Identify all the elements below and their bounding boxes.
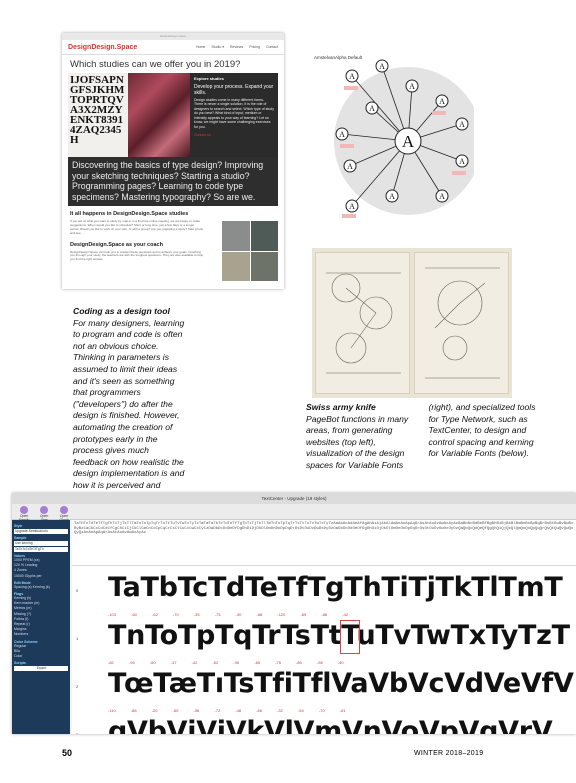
sketch-drawing [326,272,401,374]
export-button[interactable]: Export [14,666,68,672]
svg-text:A: A [389,192,395,201]
menu-item[interactable]: Reviews [230,45,243,49]
caption-title: Coding as a design tool [73,306,170,316]
window-title: TextCenter - Upgrade (18 styles) [12,493,576,504]
diagram-title: AmstelvanAlpha Default [314,55,363,60]
sidebar: Style Upgrade-Semibold.ufo Sample Use ke… [12,520,70,734]
scripts-label: Scripts [14,661,26,666]
diagram-svg: A A A A A A A A A A A A A [334,59,482,218]
contact-link[interactable]: Contact us [194,133,274,138]
issue-label: WINTER 2018–2019 [414,750,484,757]
notebook-right-page [414,252,509,394]
caption-body: PageBot functions in many areas, from ge… [306,402,536,470]
design-space-diagram: AmstelvanAlpha Default A A A A A A A A A A A A A [312,46,482,226]
svg-text:A: A [347,162,353,171]
side-text: Design studies come in many different fo… [194,97,274,129]
website-dark-block: Discovering the basics of type design? I… [68,157,278,207]
website-heading: Which studies can we offer you in 2019? [70,59,241,70]
type-specimen-image: IJOFSAPNGFSJKHMTOPRTQVA3X2MZYENKT83914ZA… [68,73,128,157]
edit-mode-radio[interactable]: Spacing (s) Kerning (k) [14,585,68,590]
style-select[interactable]: Upgrade-Semibold.ufo [14,529,68,534]
kerning-row[interactable]: 2 TœTæTıTsTfiTflVaVbVcVdVeVfV -110 -88 -20… [76,666,576,718]
website-logo: DesignDesign.Space [68,43,138,51]
menu-item[interactable]: Home [196,45,205,49]
sketch-drawing [425,267,500,379]
menu-item[interactable]: Studio ▾ [211,45,224,49]
svg-text:A: A [439,97,445,106]
browser-address-bar: designdesign.space [62,33,284,40]
open-family-button[interactable]: Open Family [16,506,32,522]
textcenter-screenshot: TextCenter - Upgrade (18 styles) Open Fa… [12,493,576,734]
selected-pair-marker [340,620,360,654]
svg-text:A: A [339,130,345,139]
svg-text:A: A [369,104,375,113]
open-size-button[interactable]: Open Size [36,506,52,522]
kerning-row[interactable]: 3gVbVjVjVkVlVmVnVoVpVqVrV [76,714,576,734]
notebook-photo [312,248,512,398]
svg-text:A: A [379,62,385,71]
website-hero: IJOFSAPNGFSJKHMTOPRTQVA3X2MZYENKT83914ZA… [68,73,278,157]
side-title: Explore studies [194,76,224,81]
svg-text:A: A [349,72,355,81]
glyph-view: TaTbTcTdTeTfTgThTiTjTkTlTmTnToTpTqTrTsTt… [72,520,576,734]
website-paragraph: DesignDesign.Space can help you to answe… [70,249,204,262]
menu-item[interactable]: Pricing [249,45,260,49]
website-paragraph: If you tell us what you want to study by… [70,219,203,235]
value-row[interactable]: 10000 Glyphs per [14,574,68,579]
sample-select[interactable]: Use kerning [14,541,68,546]
open-glyph-button[interactable]: Open Glyph [56,506,72,522]
beans-photo [128,73,190,157]
svg-text:A: A [459,157,465,166]
style-label: Style [14,524,23,528]
page-number: 50 [62,748,73,758]
flag-checkbox[interactable]: Numbers [14,632,68,637]
website-menu: Home Studio ▾ Reviews Pricing Contact [196,45,278,49]
kerning-row[interactable]: 1 TnToTpTqTrTsTtTuTvTwTxTyTzT -82 -95 -60 … [76,618,576,670]
kerning-row[interactable]: 0 TaTbTcTdTeTfTgThTiTjTkTlTmT -103 -60 -62… [76,570,576,622]
toolbar: Open Family Open Size Open Glyph [12,504,576,522]
svg-text:A: A [349,202,355,211]
sample-label: Sample [14,536,27,540]
svg-text:A: A [439,192,445,201]
svg-text:A: A [402,132,415,151]
svg-text:A: A [409,82,415,91]
website-nav: DesignDesign.Space Home Studio ▾ Reviews… [62,40,284,55]
website-screenshot: designdesign.space DesignDesign.Space Ho… [62,33,284,289]
notebook-left-page [315,252,410,394]
website-photos [222,221,278,281]
website-subheading: It all happens in DesignDesign.Space stu… [70,211,189,218]
menu-item[interactable]: Contact [266,45,278,49]
caption-swiss-army: Swiss army knife PageBot functions in ma… [306,402,541,472]
side-subtitle: Develop your process. Expand your skills… [194,83,274,96]
caption-column-2-spacer [187,306,299,480]
glyphs-field[interactable]: TaTbTcTdTeTfTgTh [14,547,68,552]
website-side-panel: Explore studies Develop your process. Ex… [190,73,278,157]
svg-text:A: A [459,120,465,129]
scheme-radio[interactable]: Color [14,654,68,659]
caption-title: Swiss army knife [306,402,376,412]
sample-strip: TaTbTcTdTeTfTgThTiTjTkTlTmTnToTpTqTrTsTt… [72,520,576,566]
